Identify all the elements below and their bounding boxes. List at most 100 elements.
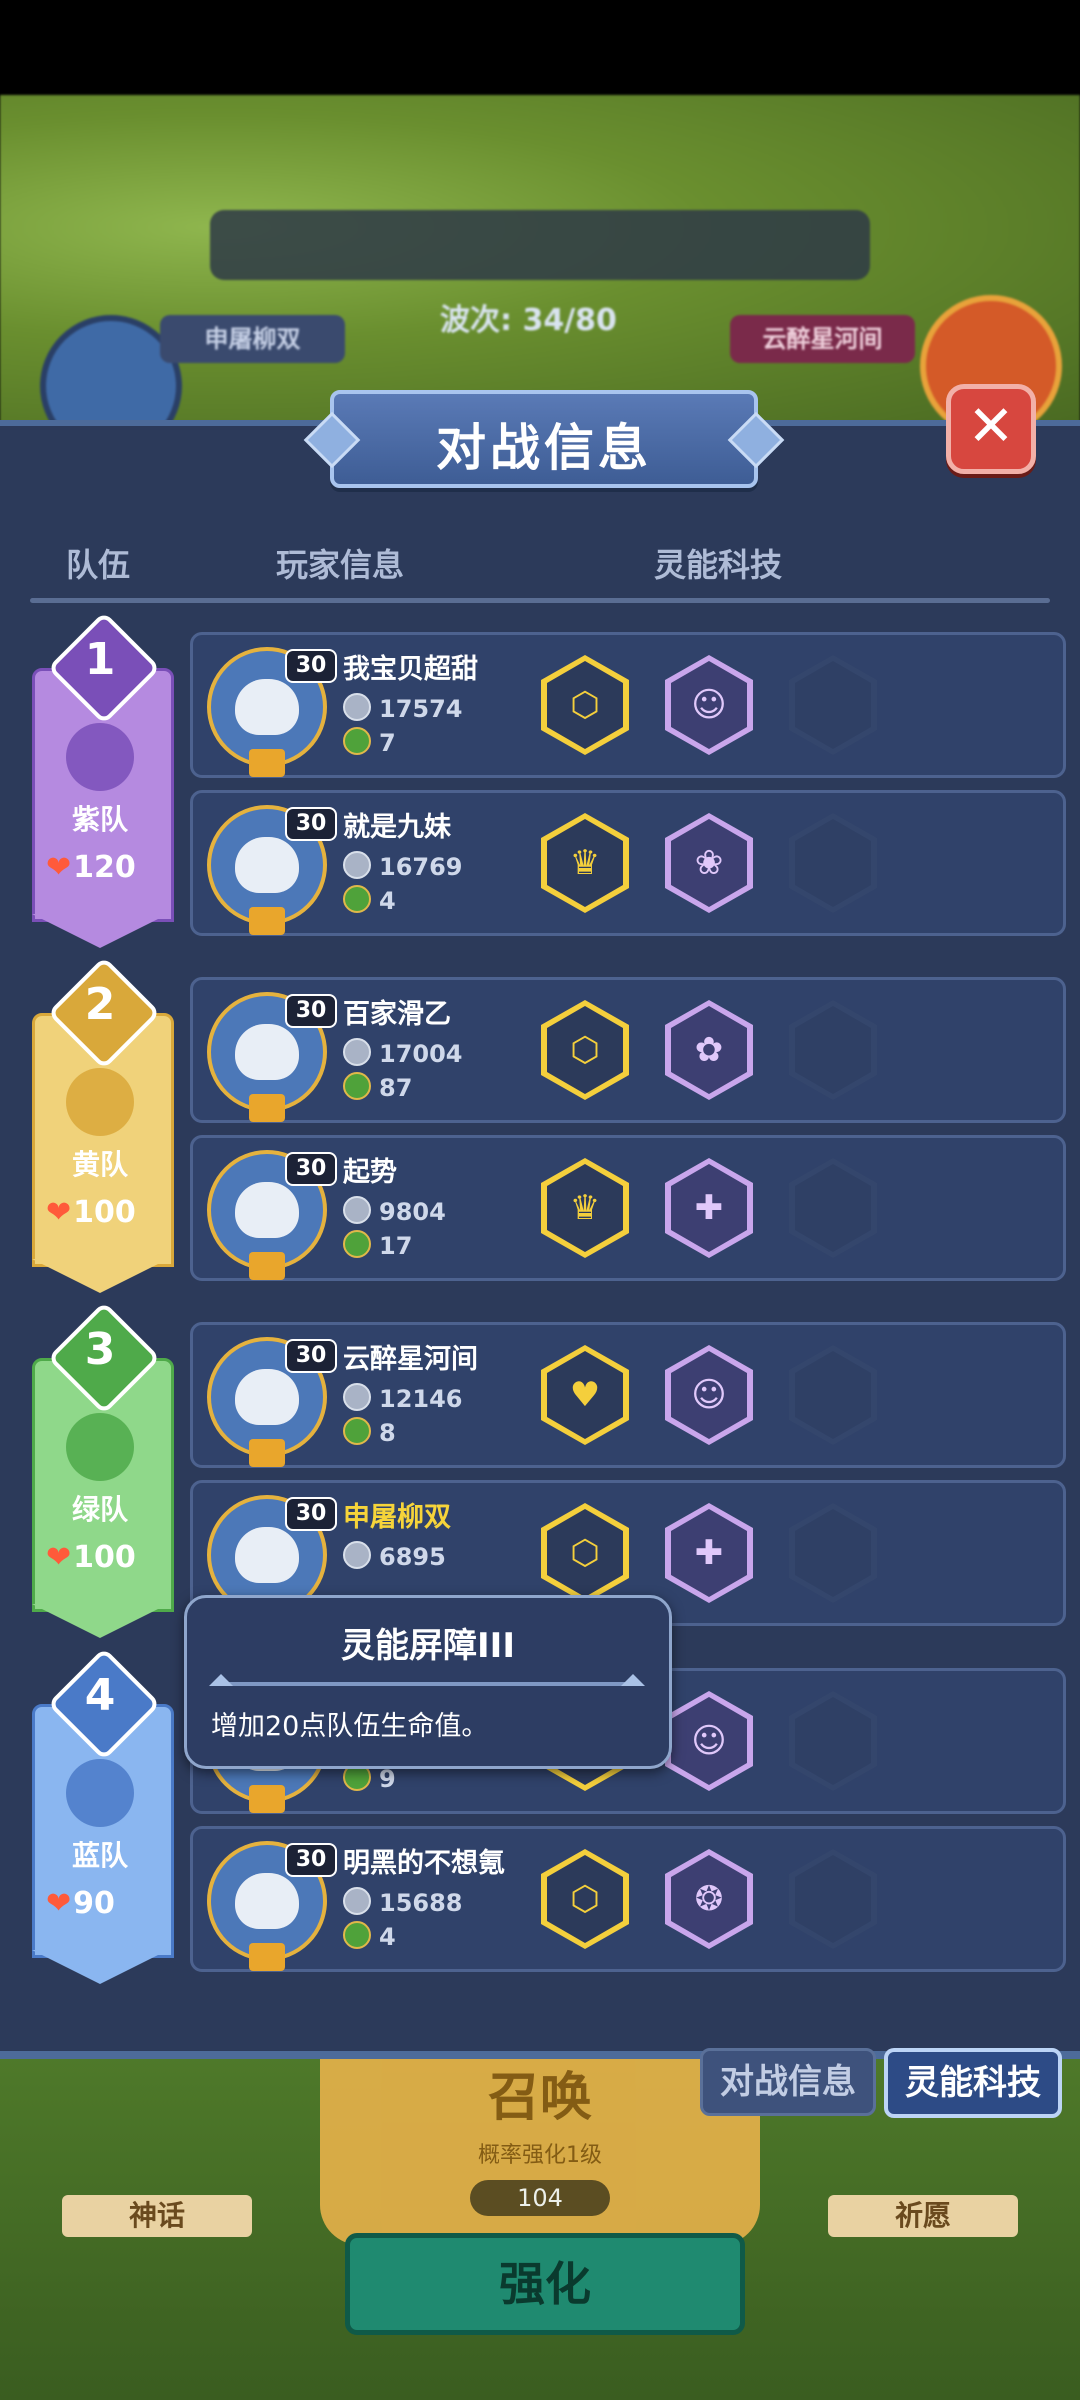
tech-slot-empty[interactable] (789, 1345, 877, 1445)
tech-slot-2[interactable]: ✚ (665, 1503, 753, 1603)
avatar-face (235, 1182, 299, 1238)
summon-cost: 104 (470, 2180, 610, 2216)
tech-slot-empty[interactable] (789, 813, 877, 913)
team-hp-value: 120 (73, 850, 136, 885)
pray-button[interactable]: 祈愿 (828, 2195, 1018, 2237)
player-name: 起势 (343, 1157, 397, 1188)
tech-slot-empty[interactable] (789, 655, 877, 755)
team-rank: 4 (84, 1670, 116, 1721)
tech-slot-1[interactable]: ⬡ (541, 1849, 629, 1949)
player-row[interactable]: 30 就是九妹 16769 4 ♛ ❀ (190, 790, 1066, 936)
team-ribbon-1: 1 紫队 ❤120 (32, 611, 174, 958)
player-name: 百家滑乙 (343, 999, 451, 1030)
tech-slot-1[interactable]: ⬡ (541, 1000, 629, 1100)
tech-icon: ☺ (691, 1721, 727, 1761)
tech-slot-empty[interactable] (789, 1849, 877, 1949)
tech-icon: ⬡ (570, 1030, 600, 1070)
avatar-face (235, 837, 299, 893)
rank-crown-icon (249, 1094, 285, 1122)
silver-value: 16769 (379, 853, 463, 881)
upgrade-button[interactable]: 强化 (345, 2233, 745, 2335)
player-row[interactable]: 30 百家滑乙 17004 87 ⬡ ✿ (190, 977, 1066, 1123)
player-row[interactable]: 30 起势 9804 17 ♛ ✚ (190, 1135, 1066, 1281)
silver-value: 9804 (379, 1198, 446, 1226)
header-divider (30, 598, 1050, 603)
silver-coin-icon (343, 851, 371, 879)
ribbon-tail (32, 1259, 168, 1293)
tech-slot-1[interactable]: ♛ (541, 813, 629, 913)
team-name: 绿队 (71, 1493, 128, 1526)
game-hud-background: 波次: 34/80 申屠柳双 云醉星河间 (0, 95, 1080, 457)
player-silver-stat: 17574 (343, 693, 463, 723)
tech-slot-2[interactable]: ✚ (665, 1158, 753, 1258)
player-silver-stat: 6895 (343, 1541, 446, 1571)
rank-crown-icon (249, 1252, 285, 1280)
ribbon-tail (32, 1604, 168, 1638)
silver-value: 15688 (379, 1889, 463, 1917)
team-hp-value: 90 (73, 1886, 115, 1921)
tooltip-cap-right-icon (621, 1674, 645, 1686)
myth-button[interactable]: 神话 (62, 2195, 252, 2237)
team-ribbon-4: 4 蓝队 ❤90 (32, 1647, 174, 1994)
player-row[interactable]: 30 云醉星河间 12146 8 ♥ ☺ (190, 1322, 1066, 1468)
tech-slot-2[interactable]: ☺ (665, 655, 753, 755)
player-level: 30 (285, 994, 337, 1028)
player-silver-stat: 16769 (343, 851, 463, 881)
team-hp-value: 100 (73, 1540, 136, 1575)
team-hp: ❤120 (46, 850, 136, 885)
player-level: 30 (285, 807, 337, 841)
team-hp: ❤100 (46, 1195, 136, 1230)
player-gem-stat: 7 (343, 727, 396, 757)
avatar-face (235, 679, 299, 735)
team-emblem-icon (66, 1759, 134, 1827)
player-name: 申屠柳双 (343, 1502, 451, 1533)
tech-icon: ♛ (569, 843, 601, 883)
hex-inner (795, 661, 871, 749)
rank-crown-icon (249, 1439, 285, 1467)
silver-coin-icon (343, 1196, 371, 1224)
player-row[interactable]: 30 我宝贝超甜 17574 7 ⬡ ☺ (190, 632, 1066, 778)
team-emblem-icon (66, 723, 134, 791)
hex-inner (795, 1509, 871, 1597)
tech-slot-empty[interactable] (789, 1691, 877, 1791)
tooltip-title: 灵能屏障III (341, 1626, 515, 1666)
tech-slot-1[interactable]: ⬡ (541, 1503, 629, 1603)
tech-slot-empty[interactable] (789, 1158, 877, 1258)
tech-slot-2[interactable]: ☺ (665, 1345, 753, 1445)
summon-button[interactable]: 召唤 概率强化1级 104 (320, 2045, 760, 2245)
tech-slot-1[interactable]: ♥ (541, 1345, 629, 1445)
green-gem-icon (343, 1417, 371, 1445)
tab-psi-tech[interactable]: 灵能科技 (884, 2048, 1062, 2118)
avatar-face (235, 1873, 299, 1929)
hex-inner (795, 1351, 871, 1439)
tech-icon: ⬡ (570, 1879, 600, 1919)
tech-slot-2[interactable]: ☺ (665, 1691, 753, 1791)
unit-queue-bar (210, 210, 870, 280)
tech-slot-empty[interactable] (789, 1503, 877, 1603)
player-silver-stat: 12146 (343, 1383, 463, 1413)
player-row[interactable]: 30 明黑的不想氪 15688 4 ⬡ ❂ (190, 1826, 1066, 1972)
silver-coin-icon (343, 1887, 371, 1915)
player-gem-stat: 17 (343, 1230, 412, 1260)
tech-slot-2[interactable]: ❂ (665, 1849, 753, 1949)
player-level: 30 (285, 1497, 337, 1531)
player-name: 我宝贝超甜 (343, 654, 478, 685)
player-name-right: 云醉星河间 (730, 315, 915, 363)
gem-value: 4 (379, 887, 396, 915)
player-level: 30 (285, 1843, 337, 1877)
rank-crown-icon (249, 749, 285, 777)
tech-slot-1[interactable]: ♛ (541, 1158, 629, 1258)
team-rank: 1 (84, 634, 116, 685)
gem-value: 7 (379, 729, 396, 757)
green-gem-icon (343, 885, 371, 913)
tab-battle-info[interactable]: 对战信息 (700, 2048, 876, 2116)
status-bar (0, 0, 1080, 95)
tech-slot-1[interactable]: ⬡ (541, 655, 629, 755)
tech-slot-empty[interactable] (789, 1000, 877, 1100)
tech-icon: ♥ (569, 1375, 601, 1415)
team-name: 黄队 (71, 1148, 128, 1181)
tech-slot-2[interactable]: ✿ (665, 1000, 753, 1100)
player-gem-stat: 87 (343, 1072, 412, 1102)
close-button[interactable]: ✕ (946, 384, 1036, 474)
tech-slot-2[interactable]: ❀ (665, 813, 753, 913)
